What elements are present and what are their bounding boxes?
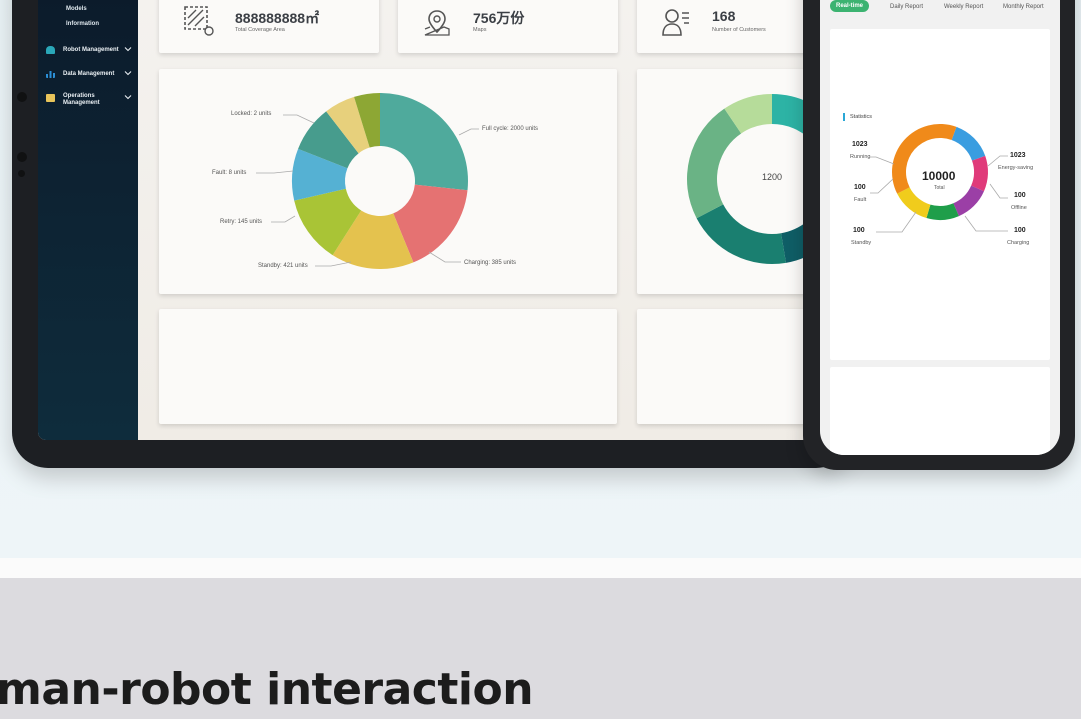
metric-label-standby: Standby — [851, 240, 872, 246]
leader-line — [458, 128, 479, 136]
stat-label: Number of Customers — [712, 27, 766, 33]
status-slice-offline — [971, 155, 988, 192]
stat-card-coverage: 888888888㎡ Total Coverage Area — [159, 0, 379, 53]
leader-line — [315, 261, 352, 267]
customer-icon — [662, 9, 689, 36]
stat-label: Maps — [473, 27, 487, 33]
tab-weekly-report[interactable]: Weekly Report — [944, 4, 983, 10]
leader-line — [428, 251, 461, 263]
section-title: Statistics — [850, 114, 873, 120]
tablet-device: Models Information Robot Management Data… — [12, 0, 852, 468]
dashboard-main: 888888888㎡ Total Coverage Area 756万份 Map… — [138, 0, 852, 440]
pie-label-retry: Retry: 145 units — [220, 219, 263, 225]
stat-label: Total Coverage Area — [235, 27, 285, 33]
leader-line — [283, 114, 315, 124]
leader-line — [870, 178, 894, 194]
metric-value-energy-saving: 1023 — [1010, 152, 1026, 159]
pie-label-charging: Charging: 385 units — [464, 260, 517, 266]
sidebar-item-label: Robot Management — [63, 47, 119, 53]
empty-card — [159, 309, 617, 424]
sidebar-subitem-models[interactable]: Models — [66, 6, 87, 12]
divider-strip — [0, 558, 1081, 578]
chevron-down-icon[interactable] — [124, 45, 132, 53]
robot-status-donut-chart — [256, 93, 479, 269]
metric-label-charging: Charging — [1007, 240, 1030, 246]
metric-value-standby: 100 — [853, 227, 865, 234]
leader-line — [870, 156, 895, 165]
stat-card-maps: 756万份 Maps — [398, 0, 618, 53]
status-slice-charging — [953, 185, 984, 217]
metric-value-fault: 100 — [854, 184, 866, 191]
leader-line — [256, 170, 294, 174]
sidebar-item-label: Operations Management — [63, 93, 100, 106]
leader-line — [876, 211, 917, 233]
page-headline: man-robot interaction — [0, 664, 534, 715]
mobile-status-donut-chart — [870, 124, 1008, 233]
metric-value-running: 1023 — [852, 141, 868, 148]
dashboard-screen: Models Information Robot Management Data… — [38, 0, 852, 440]
stat-value: 888888888㎡ — [235, 10, 320, 26]
pie-label-locked: Locked: 2 units — [231, 111, 272, 117]
status-slice-energy-saving — [951, 126, 986, 161]
stat-value: 168 — [712, 8, 736, 24]
pie-slice-full-cycle — [380, 93, 468, 191]
metric-label-fault: Fault — [854, 197, 867, 203]
robot-icon — [46, 46, 55, 54]
bar-chart-icon — [46, 71, 55, 78]
donut-slice-3 — [687, 108, 742, 219]
map-pin-icon — [424, 10, 450, 36]
chevron-down-icon[interactable] — [124, 69, 132, 77]
status-slice-standby — [926, 203, 959, 220]
area-icon — [184, 6, 214, 36]
stat-value: 756万份 — [473, 10, 525, 26]
tab-real-time[interactable]: Real-time — [830, 0, 870, 12]
donut-center-label: Total — [934, 185, 945, 191]
section-marker — [843, 113, 845, 121]
sidebar-subitem-information[interactable]: Information — [66, 21, 99, 27]
status-slice-running — [892, 124, 957, 194]
pie-label-full-cycle: Full cycle: 2000 units — [482, 126, 539, 132]
tablet-sensor-icon — [17, 152, 27, 162]
donut-center-value: 10000 — [922, 169, 956, 183]
donut-slice-2 — [696, 204, 786, 264]
leader-line — [271, 215, 296, 223]
phone-device: Real-time Daily Report Weekly Report Mon… — [803, 0, 1075, 470]
chevron-down-icon[interactable] — [124, 93, 132, 101]
map-icon — [46, 94, 55, 102]
tab-monthly-report[interactable]: Monthly Report — [1003, 4, 1044, 10]
report-tabs: Real-time Daily Report Weekly Report Mon… — [820, 0, 1060, 16]
metric-label-running: Running — [850, 154, 871, 160]
tablet-sensor-icon — [18, 170, 25, 177]
statistics-card: Statistics 10000 Total 1023 Running 100 … — [830, 29, 1050, 360]
leader-line — [989, 183, 1008, 199]
empty-card — [830, 367, 1050, 455]
leader-line — [964, 215, 1008, 232]
mobile-screen: Real-time Daily Report Weekly Report Mon… — [820, 0, 1060, 455]
metric-label-energy-saving: Energy-saving — [998, 165, 1034, 171]
sidebar-item-label: Data Management — [63, 71, 115, 77]
robot-status-chart-card: Full cycle: 2000 units Charging: 385 uni… — [159, 69, 617, 294]
tablet-camera-icon — [17, 92, 27, 102]
metric-label-offline: Offline — [1011, 205, 1027, 211]
status-slice-fault — [897, 187, 931, 219]
sidebar: Models Information Robot Management Data… — [38, 0, 138, 440]
pie-label-standby: Standby: 421 units — [258, 263, 308, 269]
metric-value-offline: 100 — [1014, 192, 1026, 199]
tab-daily-report[interactable]: Daily Report — [890, 4, 923, 10]
donut-center-value: 1200 — [762, 172, 783, 182]
pie-label-fault: Fault: 8 units — [212, 170, 247, 176]
metric-value-charging: 100 — [1014, 227, 1026, 234]
